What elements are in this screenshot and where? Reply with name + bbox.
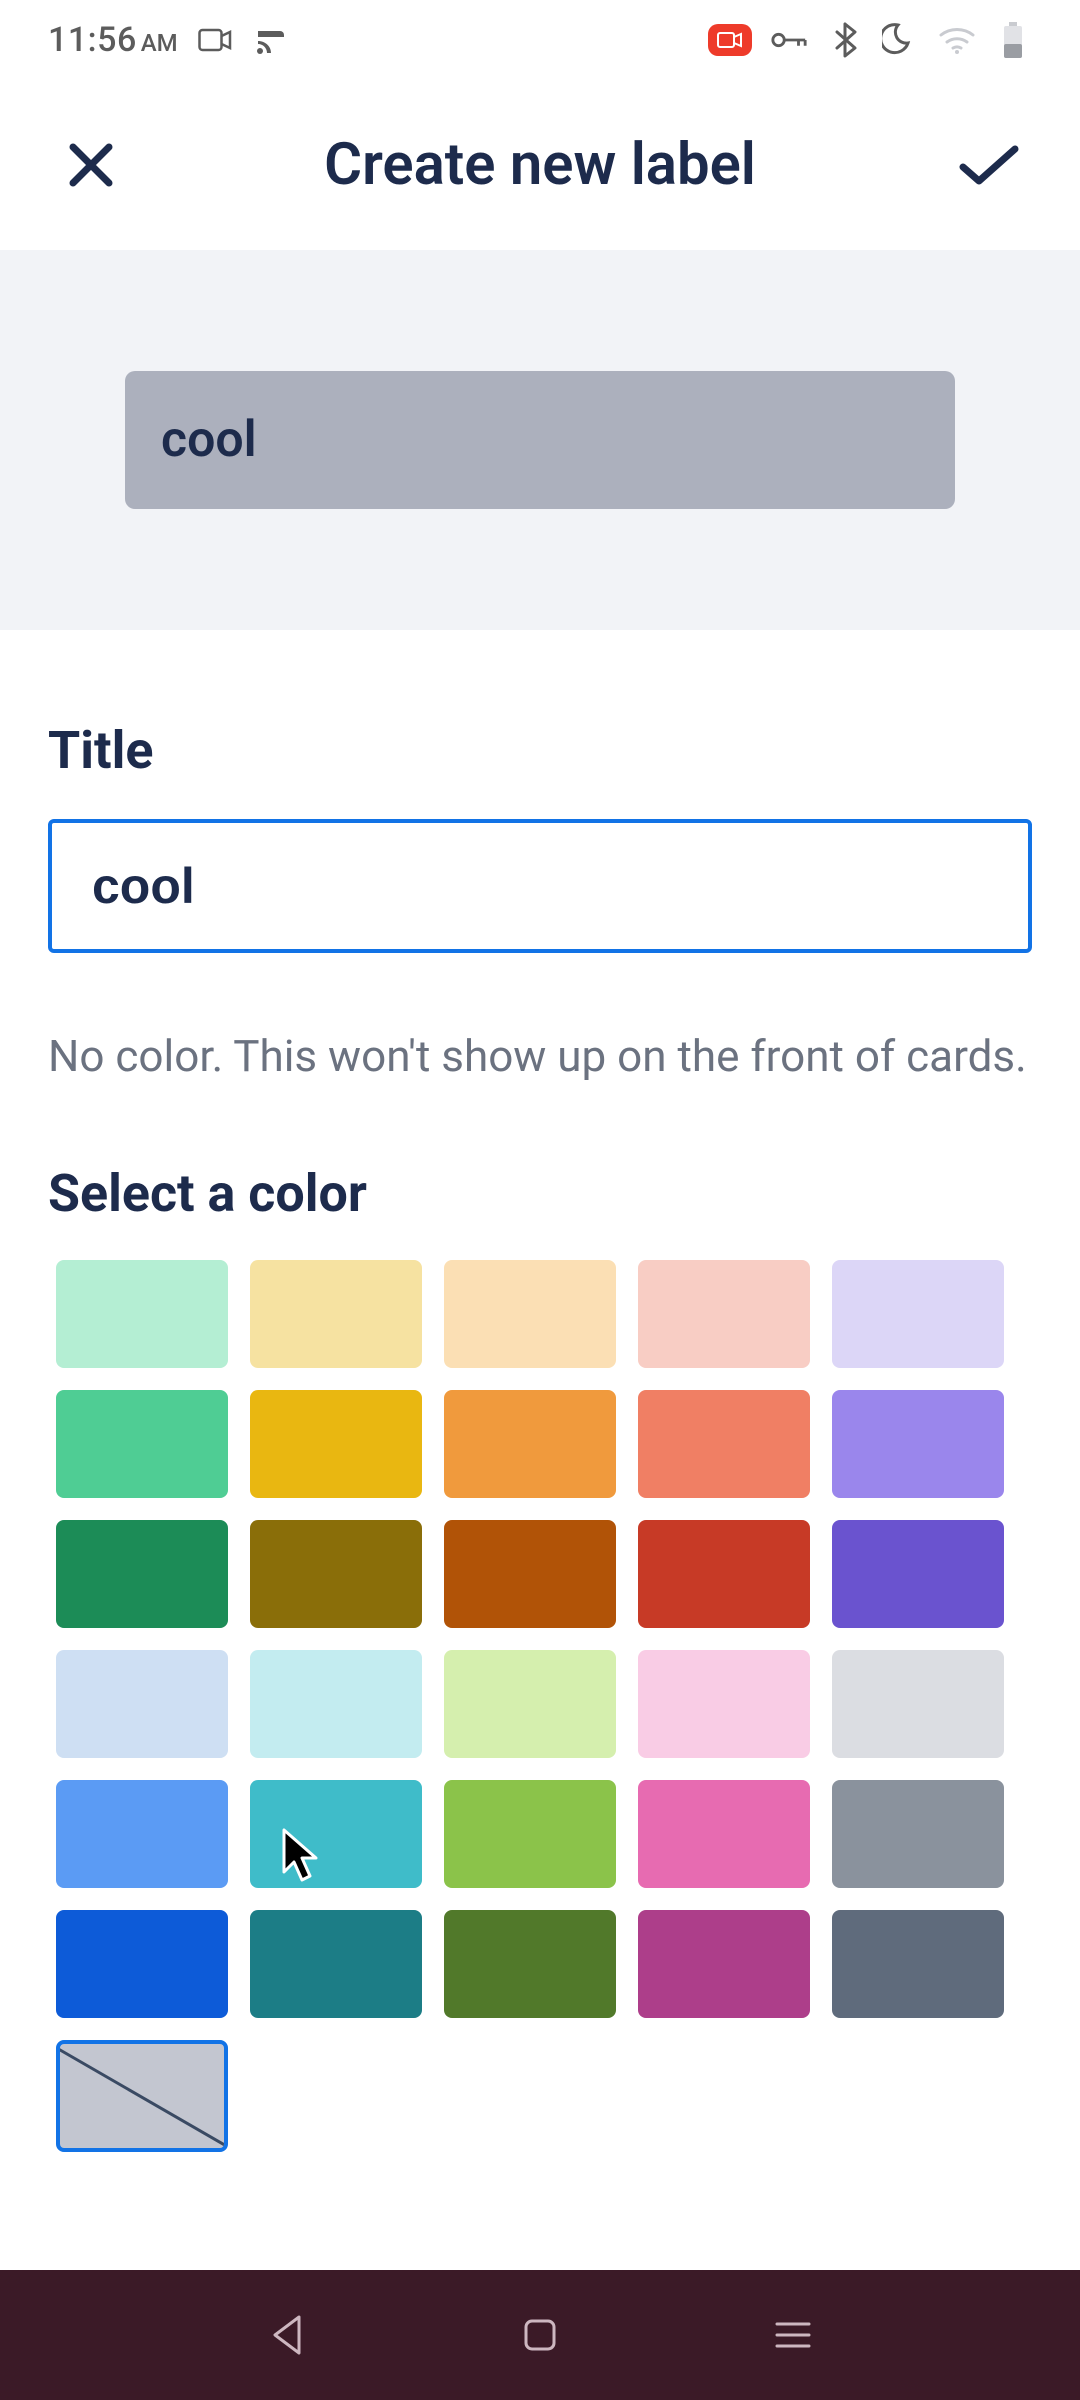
battery-icon [994, 21, 1032, 59]
color-swatch[interactable] [638, 1650, 810, 1758]
form-content: Title No color. This won't show up on th… [0, 630, 1080, 2152]
color-swatch[interactable] [250, 1390, 422, 1498]
color-helper-text: No color. This won't show up on the fron… [48, 1025, 1032, 1089]
color-swatch[interactable] [832, 1780, 1004, 1888]
vpn-key-icon [770, 21, 808, 59]
color-swatch[interactable] [832, 1520, 1004, 1628]
wifi-icon [938, 21, 976, 59]
color-swatch[interactable] [444, 1390, 616, 1498]
nav-home-icon [520, 2315, 560, 2355]
color-swatch[interactable] [444, 1260, 616, 1368]
color-grid [48, 1260, 1032, 2152]
color-swatch[interactable] [638, 1390, 810, 1498]
do-not-disturb-icon [882, 21, 920, 59]
no-color-swatch[interactable] [56, 2040, 228, 2152]
color-swatch[interactable] [832, 1650, 1004, 1758]
page-title: Create new label [126, 131, 954, 199]
status-time-ampm: AM [141, 29, 178, 57]
nav-back-icon [267, 2313, 307, 2357]
confirm-button[interactable] [954, 130, 1024, 200]
color-swatch[interactable] [444, 1520, 616, 1628]
status-time: 11:56AM [48, 20, 178, 60]
status-left: 11:56AM [48, 20, 290, 60]
screen-record-icon [708, 24, 752, 56]
color-swatch[interactable] [56, 1910, 228, 2018]
title-field-label: Title [48, 720, 1032, 781]
bluetooth-icon [826, 21, 864, 59]
check-icon [957, 141, 1021, 189]
status-right [708, 21, 1032, 59]
color-swatch[interactable] [638, 1780, 810, 1888]
color-swatch[interactable] [56, 1650, 228, 1758]
color-swatch[interactable] [250, 1260, 422, 1368]
color-swatch[interactable] [250, 1650, 422, 1758]
color-swatch[interactable] [638, 1520, 810, 1628]
color-swatch[interactable] [444, 1650, 616, 1758]
color-swatch[interactable] [832, 1390, 1004, 1498]
nav-home-button[interactable] [510, 2305, 570, 2365]
color-swatch[interactable] [56, 1260, 228, 1368]
label-preview-area: cool [0, 250, 1080, 630]
system-nav-bar [0, 2270, 1080, 2400]
color-swatch[interactable] [250, 1780, 422, 1888]
color-swatch[interactable] [56, 1520, 228, 1628]
app-bar: Create new label [0, 80, 1080, 250]
color-swatch[interactable] [638, 1260, 810, 1368]
video-camera-icon [196, 21, 234, 59]
status-bar: 11:56AM [0, 0, 1080, 80]
nav-recent-icon [773, 2318, 813, 2352]
color-swatch[interactable] [56, 1780, 228, 1888]
color-swatch[interactable] [444, 1780, 616, 1888]
status-time-hhmm: 11:56 [48, 20, 137, 60]
title-input[interactable] [48, 819, 1032, 953]
cast-icon [252, 21, 290, 59]
color-swatch[interactable] [832, 1260, 1004, 1368]
color-swatch[interactable] [56, 1390, 228, 1498]
color-swatch[interactable] [832, 1910, 1004, 2018]
color-swatch[interactable] [250, 1520, 422, 1628]
nav-recent-button[interactable] [763, 2305, 823, 2365]
color-swatch[interactable] [250, 1910, 422, 2018]
close-button[interactable] [56, 130, 126, 200]
color-swatch[interactable] [444, 1910, 616, 2018]
color-swatch[interactable] [638, 1910, 810, 2018]
select-color-label: Select a color [48, 1163, 1032, 1224]
nav-back-button[interactable] [257, 2305, 317, 2365]
close-icon [65, 139, 117, 191]
label-preview-chip: cool [125, 371, 955, 509]
